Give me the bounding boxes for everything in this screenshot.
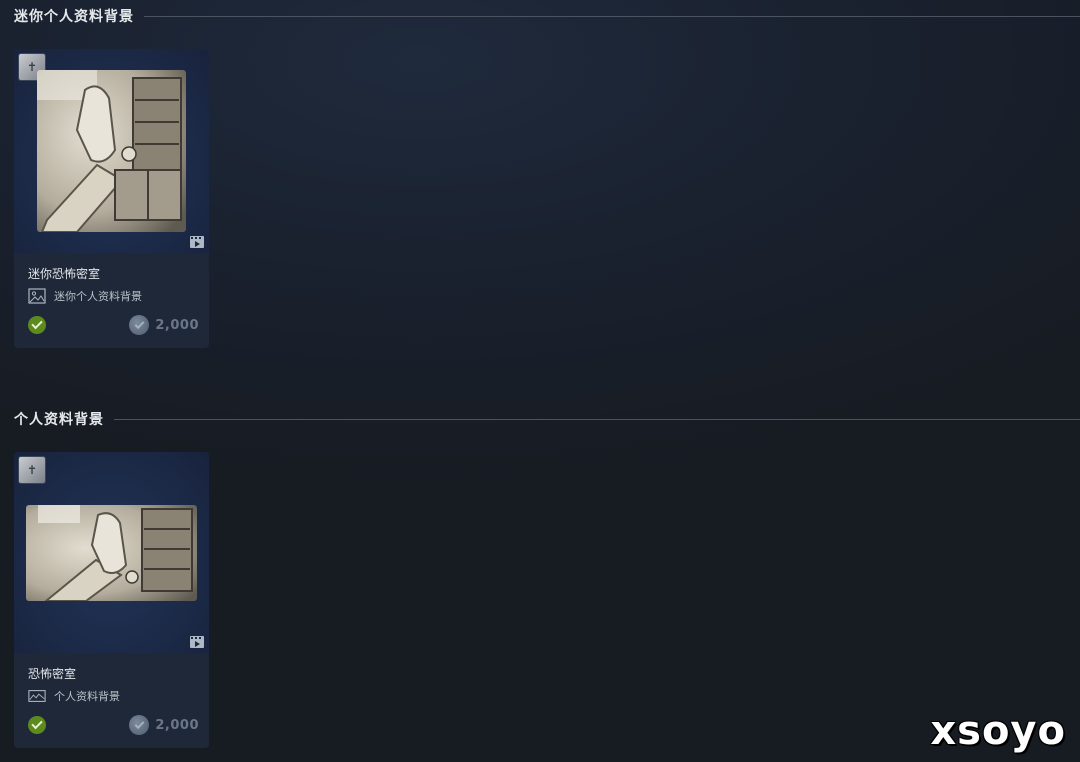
steam-points-icon: [129, 315, 150, 335]
section-header-mini-backgrounds: 迷你个人资料背景: [14, 5, 1080, 27]
item-name: 迷你恐怖密室: [28, 267, 101, 281]
item-price-value: 2,000: [155, 317, 199, 333]
item-preview-image: [26, 505, 197, 601]
item-type: 迷你个人资料背景: [28, 288, 142, 304]
animated-video-icon: [190, 636, 204, 648]
item-price-value: 2,000: [155, 717, 199, 733]
item-art[interactable]: ✝: [14, 452, 209, 653]
item-price: 2,000: [129, 315, 199, 335]
item-card-horror-room[interactable]: ✝ 恐怖密室 个人资料背景 2,000: [14, 452, 209, 748]
item-price: 2,000: [129, 715, 199, 735]
app-badge-icon: ✝: [19, 457, 45, 483]
item-preview-image: [37, 70, 186, 232]
section-title: 迷你个人资料背景: [14, 9, 134, 25]
landscape-image-icon: [28, 690, 46, 702]
item-type-label: 迷你个人资料背景: [54, 290, 142, 303]
section-divider: [144, 15, 1080, 17]
section-divider: [114, 418, 1080, 420]
item-name: 恐怖密室: [28, 667, 77, 681]
owned-check-icon: [28, 316, 46, 334]
section-title: 个人资料背景: [14, 412, 104, 428]
section-header-backgrounds: 个人资料背景: [14, 408, 1080, 430]
owned-check-icon: [28, 716, 46, 734]
watermark: xsoyo: [930, 708, 1066, 754]
item-type: 个人资料背景: [28, 688, 120, 704]
item-details: 恐怖密室 个人资料背景 2,000: [14, 653, 209, 748]
item-art[interactable]: ✝: [14, 49, 209, 253]
item-card-mini-horror-room[interactable]: ✝ 迷你恐怖密室 迷你个人资料背景 2,000: [14, 49, 209, 348]
steam-points-icon: [129, 715, 150, 735]
animated-video-icon: [190, 236, 204, 248]
item-details: 迷你恐怖密室 迷你个人资料背景 2,000: [14, 253, 209, 348]
image-icon: [28, 288, 46, 304]
item-type-label: 个人资料背景: [54, 690, 120, 703]
